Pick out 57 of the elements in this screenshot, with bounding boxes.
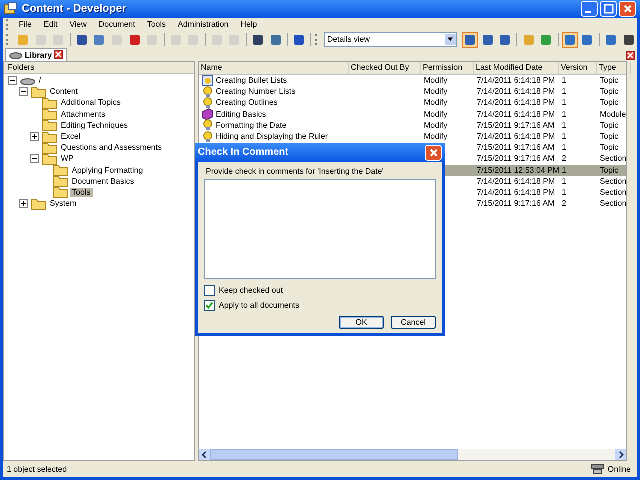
version-cell: 1 <box>562 120 566 130</box>
type-cell: Topic <box>600 143 619 152</box>
version-cell: 1 <box>562 110 566 119</box>
type-cell: Module <box>600 110 626 119</box>
permission-cell: Modify <box>424 132 448 142</box>
name-cell: Creating Bullet Lists <box>216 76 288 86</box>
date-cell: 7/15/2011 12:53:04 PM <box>477 166 560 175</box>
status-message: 1 object selected <box>7 464 68 474</box>
permission-cell: Modify <box>424 120 448 130</box>
name-cell: Editing Basics <box>216 110 266 119</box>
version-cell: 1 <box>562 98 566 108</box>
type-cell: Topic <box>600 76 619 86</box>
name-cell: Creating Number Lists <box>216 87 296 96</box>
type-cell: Topic <box>600 132 619 142</box>
checkbox-label: Keep checked out <box>219 286 284 295</box>
window-title: Content - Developer <box>22 3 128 15</box>
version-cell: 1 <box>562 188 566 197</box>
name-cell: Creating Outlines <box>216 98 278 108</box>
date-cell: 7/15/2011 9:17:16 AM <box>477 120 555 130</box>
type-cell: Topic <box>600 120 619 130</box>
pane-header: Folders <box>4 62 194 74</box>
date-cell: 7/14/2011 6:14:18 PM <box>477 176 556 186</box>
type-cell: Topic <box>600 87 619 96</box>
version-cell: 2 <box>562 154 566 164</box>
permission-cell: Modify <box>424 87 448 96</box>
permission-cell: Modify <box>424 98 448 108</box>
checkbox-label: Apply to all documents <box>219 301 300 310</box>
type-cell: Section <box>600 154 627 164</box>
prompt-text: Provide check in comments for 'Inserting the Date' <box>206 167 385 176</box>
date-cell: 7/15/2011 9:17:16 AM <box>477 143 555 152</box>
permission-cell: Modify <box>424 110 448 119</box>
date-cell: 7/15/2011 9:17:16 AM <box>477 154 555 164</box>
version-cell: 1 <box>562 143 566 152</box>
date-cell: 7/14/2011 6:14:18 PM <box>477 110 556 119</box>
version-cell: 1 <box>562 176 566 186</box>
connection-status: Online <box>608 464 631 474</box>
type-cell: Section <box>600 188 627 197</box>
version-cell: 1 <box>562 132 566 142</box>
tab-label: Library <box>25 50 52 60</box>
date-cell: 7/14/2011 6:14:18 PM <box>477 132 556 142</box>
date-cell: 7/14/2011 6:14:18 PM <box>477 188 556 197</box>
date-cell: 7/15/2011 9:17:16 AM <box>477 199 555 208</box>
name-cell: Formatting the Date <box>216 120 287 130</box>
name-cell: Hiding and Displaying the Ruler <box>216 132 328 142</box>
version-cell: 1 <box>562 76 566 86</box>
version-cell: 2 <box>562 199 566 208</box>
version-cell: 1 <box>562 166 566 175</box>
date-cell: 7/14/2011 6:14:18 PM <box>477 87 556 96</box>
type-cell: Topic <box>600 98 619 108</box>
permission-cell: Modify <box>424 76 448 86</box>
type-cell: Section <box>600 199 627 208</box>
type-cell: Section <box>600 176 627 186</box>
dialog-title: Check In Comment <box>198 147 289 158</box>
version-cell: 1 <box>562 87 566 96</box>
type-cell: Topic <box>600 166 619 175</box>
date-cell: 7/14/2011 6:14:18 PM <box>477 98 556 108</box>
date-cell: 7/14/2011 6:14:18 PM <box>477 76 556 86</box>
